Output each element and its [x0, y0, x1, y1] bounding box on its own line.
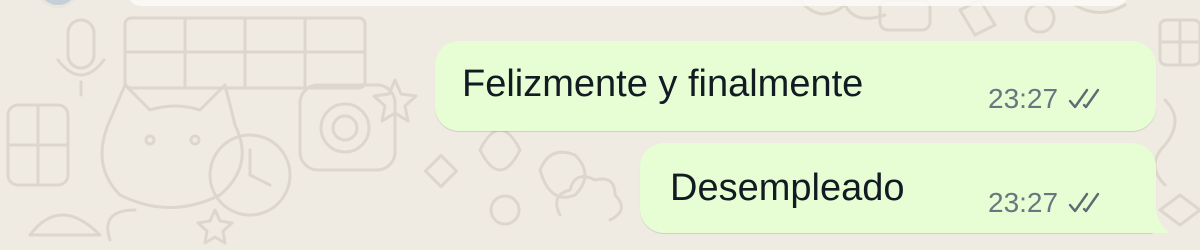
message-bubble[interactable]: Felizmente y finalmente 23:27	[435, 41, 1156, 131]
double-check-icon	[1068, 192, 1100, 213]
double-check-icon	[1068, 88, 1100, 109]
message-time: 23:27	[988, 187, 1059, 218]
message-time: 23:27	[988, 83, 1059, 114]
message-bubble[interactable]: Desempleado 23:27	[640, 143, 1156, 233]
message-meta: 23:27	[988, 188, 1112, 218]
message-meta: 23:27	[988, 84, 1112, 114]
message-text: Felizmente y finalmente	[462, 63, 864, 105]
bubble-tail	[1148, 209, 1170, 233]
message-text: Desempleado	[670, 167, 905, 209]
previous-message-bubble-edge	[128, 0, 1128, 6]
